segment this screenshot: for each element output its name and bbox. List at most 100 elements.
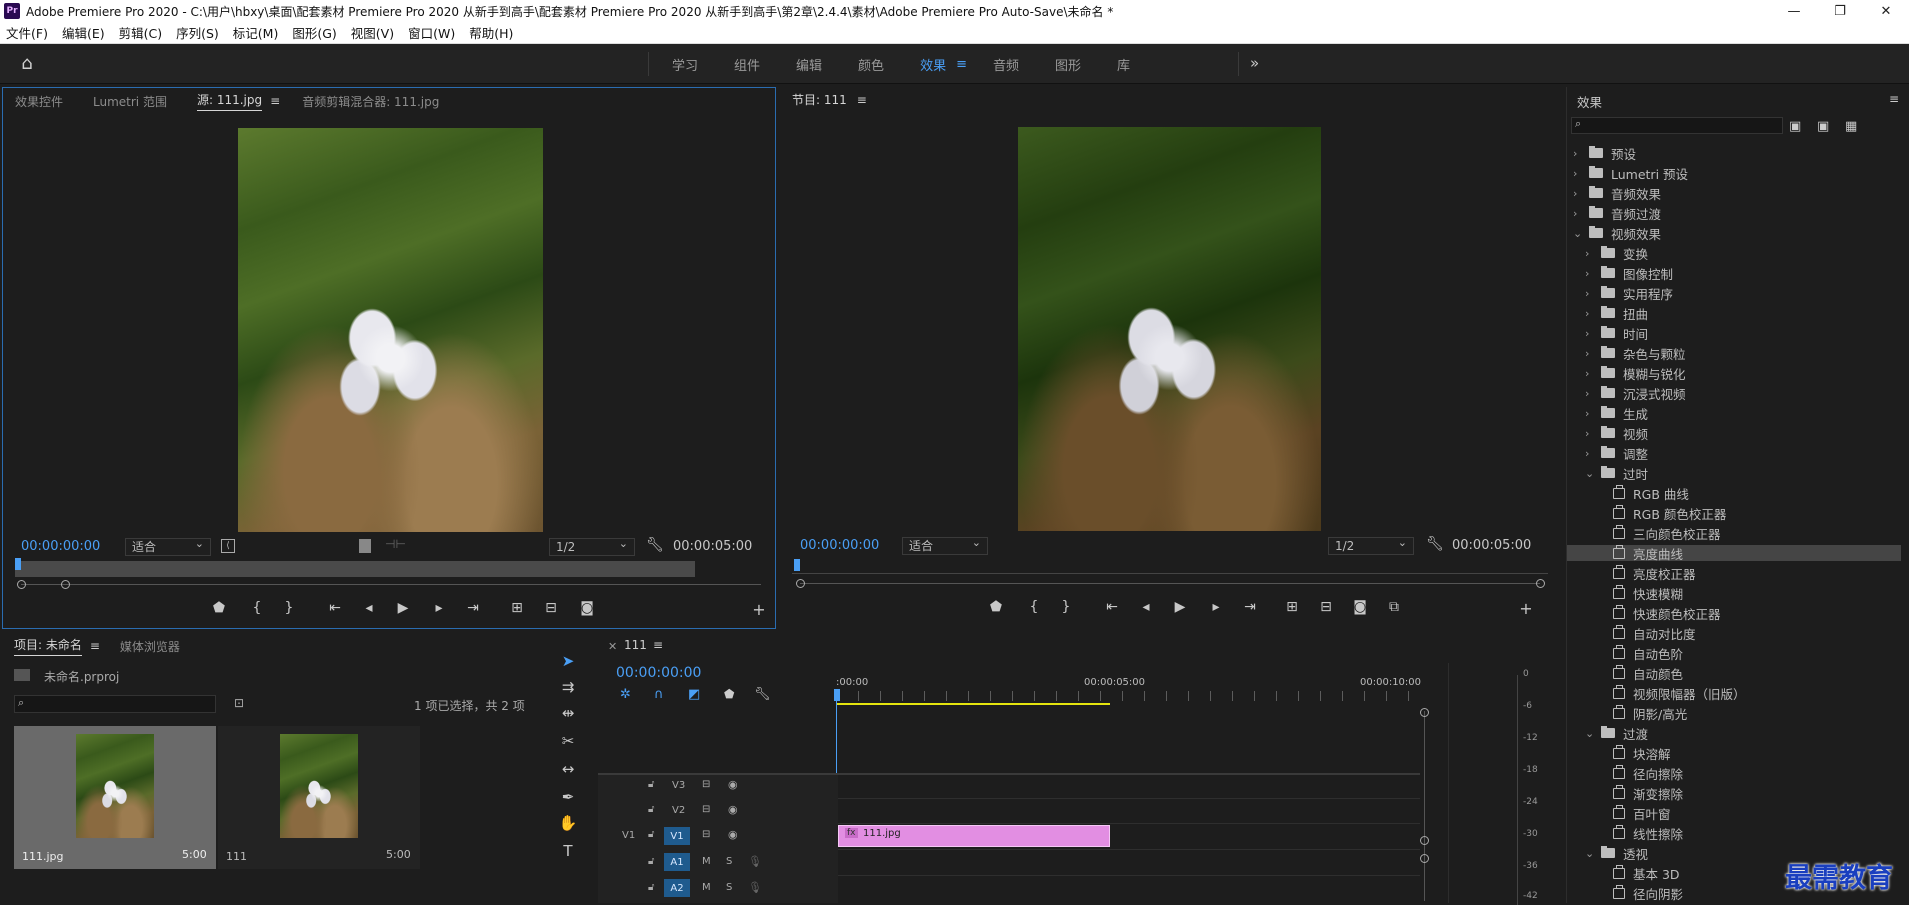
effects-tree-item[interactable]: › 沉浸式视频 [1567,385,1901,402]
chevron-down-icon[interactable]: ⌄ [1585,727,1595,740]
vscroll-handle-bottom[interactable] [1420,854,1429,863]
track-a2-button[interactable]: A2 [664,879,690,897]
razor-tool-icon[interactable]: ✂ [558,732,578,752]
close-sequence-icon[interactable]: ✕ [608,640,617,653]
tab-media-browser[interactable]: 媒体浏览器 [120,638,180,655]
chevron-right-icon[interactable]: › [1573,147,1583,160]
effects-tree-item[interactable]: › 音频过渡 [1567,205,1901,222]
menu-sequence[interactable]: 序列(S) [176,23,219,42]
timeline-clip-111jpg[interactable]: fx 111.jpg [838,825,1110,847]
effects-tree-item[interactable]: › 音频效果 [1567,185,1901,202]
menu-edit[interactable]: 编辑(E) [62,23,105,42]
program-go-to-in-icon[interactable]: ⇤ [1102,599,1122,615]
workspace-tab-learn[interactable]: 学习 [672,55,698,74]
close-button[interactable]: ✕ [1863,0,1909,22]
menu-help[interactable]: 帮助(H) [469,23,513,42]
source-zoom-handle-left[interactable] [17,580,26,589]
effects-tree-item[interactable]: ⌄ 过时 [1567,465,1901,482]
minimize-button[interactable]: — [1771,0,1817,22]
eye-icon[interactable]: ◉ [728,828,738,841]
lift-icon[interactable]: ⊞ [1282,599,1302,615]
effects-tree-item[interactable]: › 变换 [1567,245,1901,262]
voiceover-icon[interactable]: 🎙︎ [748,881,762,894]
home-icon[interactable]: ⌂ [16,53,38,75]
drag-audio-icon[interactable]: ⊣⊢ [385,537,406,551]
lock-icon[interactable]: 🔓︎ [648,882,654,893]
menu-markers[interactable]: 标记(M) [233,23,279,42]
effects-tree-item[interactable]: 视频限幅器（旧版） [1567,684,1901,702]
snap-icon[interactable]: ∩ [654,687,664,702]
vscroll-handle-top[interactable] [1420,708,1429,717]
chevron-right-icon[interactable]: › [1585,387,1595,400]
insert-icon[interactable]: ⊞ [507,600,527,616]
timeline-playhead-handle[interactable] [834,689,840,701]
effects-tree-item[interactable]: 百叶窗 [1567,804,1901,822]
track-a1-button[interactable]: A1 [664,853,690,871]
program-go-to-out-icon[interactable]: ⇥ [1240,599,1260,615]
effects-tree-item[interactable]: ⌄ 过渡 [1567,725,1901,742]
effects-search-input[interactable]: ⌕ [1571,117,1783,134]
mute-button[interactable]: M [702,882,711,893]
source-resolution-dropdown[interactable]: 1/2 [549,536,635,556]
source-zoom-bar[interactable] [21,584,761,585]
button-editor-icon[interactable]: + [749,600,769,619]
new-search-bin-icon[interactable]: ⊡ [234,696,244,710]
wrench-icon[interactable]: 🔧︎ [646,537,664,553]
linked-selection-icon[interactable]: ◩ [688,687,700,702]
tab-program[interactable]: 节目: 111 [792,91,847,110]
menu-window[interactable]: 窗口(W) [408,23,455,42]
play-icon[interactable]: ▶ [393,600,413,616]
program-time-ruler[interactable] [792,562,1548,574]
effects-menu-icon[interactable]: ≡ [1889,92,1899,106]
tab-project[interactable]: 项目: 未命名 [14,636,82,656]
chevron-right-icon[interactable]: › [1585,407,1595,420]
timeline-vscroll[interactable] [1424,711,1425,901]
project-item-111jpg[interactable]: 111.jpg 5:00 [14,726,216,869]
timeline-timecode[interactable]: 00:00:00:00 [616,665,701,681]
eye-icon[interactable]: ◉ [728,803,738,816]
ripple-edit-tool-icon[interactable]: ⇹ [558,704,578,724]
sequence-tab[interactable]: 111 [624,638,647,652]
workspace-tab-effects[interactable]: 效果 [920,55,946,74]
effects-tree-item[interactable]: › 实用程序 [1567,285,1901,302]
mute-button[interactable]: M [702,856,711,867]
program-play-icon[interactable]: ▶ [1170,599,1190,615]
sync-lock-icon[interactable]: ⊟ [702,804,710,815]
menu-file[interactable]: 文件(F) [6,23,48,42]
effects-tree-item[interactable]: › Lumetri 预设 [1567,165,1901,182]
program-step-forward-icon[interactable]: ▸ [1206,599,1226,615]
tab-lumetri-scopes[interactable]: Lumetri 范围 [93,93,167,110]
source-time-ruler[interactable] [15,561,695,577]
extract-icon[interactable]: ⊟ [1316,599,1336,615]
menu-view[interactable]: 视图(V) [351,23,394,42]
workspace-tab-libraries[interactable]: 库 [1117,55,1130,74]
program-fit-dropdown[interactable]: 适合 [902,535,988,555]
tab-effect-controls[interactable]: 效果控件 [15,93,63,110]
timeline-marker-icon[interactable]: ⬟ [724,687,734,701]
source-menu-icon[interactable]: ≡ [270,94,280,108]
export-frame-icon[interactable]: ◙ [577,600,597,616]
menu-graphics[interactable]: 图形(G) [292,23,336,42]
lock-icon[interactable]: 🔓︎ [648,779,654,790]
more-workspaces-icon[interactable]: » [1250,54,1259,72]
pen-tool-icon[interactable]: ✒ [558,788,578,808]
effects-tree-item[interactable]: 渐变擦除 [1567,784,1901,802]
effects-tree-item[interactable]: RGB 颜色校正器 [1567,504,1901,522]
track-v1-button[interactable]: V1 [664,827,690,845]
effects-tree-item[interactable]: › 生成 [1567,405,1901,422]
32bit-effects-icon[interactable]: ▣ [1817,119,1829,134]
vscroll-handle-mid[interactable] [1420,836,1429,845]
program-mark-in-icon[interactable]: { [1024,599,1044,615]
effects-tree-item[interactable]: 阴影/高光 [1567,704,1901,722]
program-step-back-icon[interactable]: ◂ [1136,599,1156,615]
effects-scrollbar[interactable] [1902,143,1908,883]
effects-tree-item[interactable]: 三向颜色校正器 [1567,524,1901,542]
slip-tool-icon[interactable]: ↔ [558,760,578,780]
tab-audio-clip-mixer[interactable]: 音频剪辑混合器: 111.jpg [302,93,439,110]
program-wrench-icon[interactable]: 🔧︎ [1426,536,1444,552]
effects-tree-item[interactable]: ⌄ 视频效果 [1567,225,1901,242]
timeline-settings-icon[interactable]: 🔧︎ [754,687,771,702]
source-patch-v1[interactable]: V1 [622,830,635,841]
program-zoom-bar[interactable] [800,583,1540,584]
effects-tree-item[interactable]: › 视频 [1567,425,1901,442]
